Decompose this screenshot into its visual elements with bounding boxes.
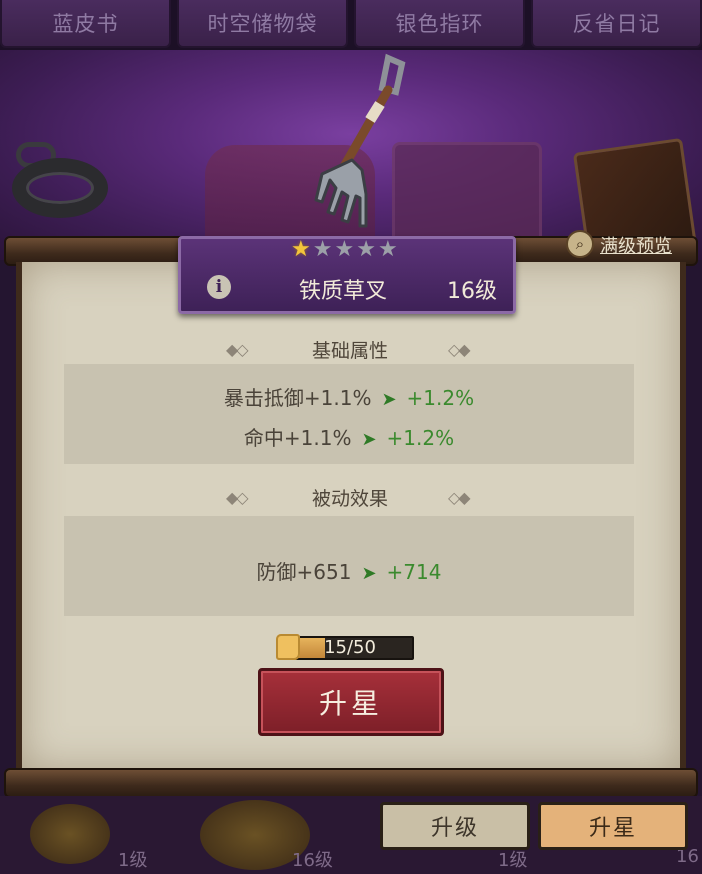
bottom-item-level: 1级 xyxy=(118,850,148,871)
star-icon: ★ xyxy=(377,237,398,262)
level-up-tab-button[interactable]: 升级 xyxy=(380,802,530,850)
ornament-right-icon: ◇◆ xyxy=(448,340,471,359)
scroll-bottom-bar xyxy=(4,768,698,798)
stat-next: +714 xyxy=(386,560,442,584)
bottom-item-level: 16级 xyxy=(292,850,333,871)
item-name: 铁质草叉 xyxy=(299,279,388,304)
star-rating: ★ ★ ★ ★ ★ xyxy=(291,239,398,261)
star-icon: ★ xyxy=(356,237,376,262)
stat-row: 暴击抵御+1.1% ➤ +1.2% xyxy=(64,382,634,411)
pitchfork-icon xyxy=(314,53,406,228)
puzzle-piece-icon xyxy=(276,634,300,660)
info-icon[interactable]: i xyxy=(207,275,231,299)
stat-row: 防御+651 ➤ +714 xyxy=(64,556,634,585)
iron-ring-icon[interactable] xyxy=(12,158,108,218)
arrow-right-icon: ➤ xyxy=(381,389,397,410)
star-icon: ★ xyxy=(334,237,355,262)
base-attributes-box: 暴击抵御+1.1% ➤ +1.2% 命中+1.1% ➤ +1.2% xyxy=(64,364,634,464)
tab-reflection-diary[interactable]: 反省日记 xyxy=(531,0,702,48)
stat-current: 命中+1.1% xyxy=(243,426,352,450)
item-header: ★ ★ ★ ★ ★ i 铁质草叉 16级 xyxy=(178,236,516,314)
stat-current: 暴击抵御+1.1% xyxy=(223,386,372,410)
stat-row: 命中+1.1% ➤ +1.2% xyxy=(64,422,634,451)
star-up-tab-button[interactable]: 升星 xyxy=(538,802,688,850)
shard-progress-bar: 15/50 xyxy=(286,636,414,660)
passive-effects-heading: 被动效果 xyxy=(311,488,388,510)
star-up-button[interactable]: 升星 xyxy=(258,668,444,736)
stat-next: +1.2% xyxy=(406,386,475,410)
arrow-right-icon: ➤ xyxy=(361,429,377,450)
progress-text: 15/50 xyxy=(324,637,376,658)
base-attributes-heading: 基础属性 xyxy=(311,340,388,362)
max-level-preview-link[interactable]: 满级预览 xyxy=(600,232,672,258)
ornament-right-icon: ◇◆ xyxy=(448,488,471,507)
magnifier-icon[interactable]: ⌕ xyxy=(566,230,594,258)
item-level: 16级 xyxy=(447,279,497,304)
bottom-item-icon[interactable] xyxy=(30,804,110,864)
item-showcase xyxy=(0,50,702,260)
star-icon: ★ xyxy=(291,237,311,262)
stat-next: +1.2% xyxy=(386,426,455,450)
star-icon: ★ xyxy=(312,237,333,262)
passive-effects-box: 防御+651 ➤ +714 xyxy=(64,516,634,616)
stat-current: 防御+651 xyxy=(256,560,352,584)
tab-storage-bag[interactable]: 时空储物袋 xyxy=(177,0,348,48)
tab-silver-ring[interactable]: 银色指环 xyxy=(354,0,525,48)
tab-bar: 蓝皮书 时空储物袋 银色指环 反省日记 xyxy=(0,0,702,50)
arrow-right-icon: ➤ xyxy=(361,563,377,584)
tab-blue-book[interactable]: 蓝皮书 xyxy=(0,0,171,48)
